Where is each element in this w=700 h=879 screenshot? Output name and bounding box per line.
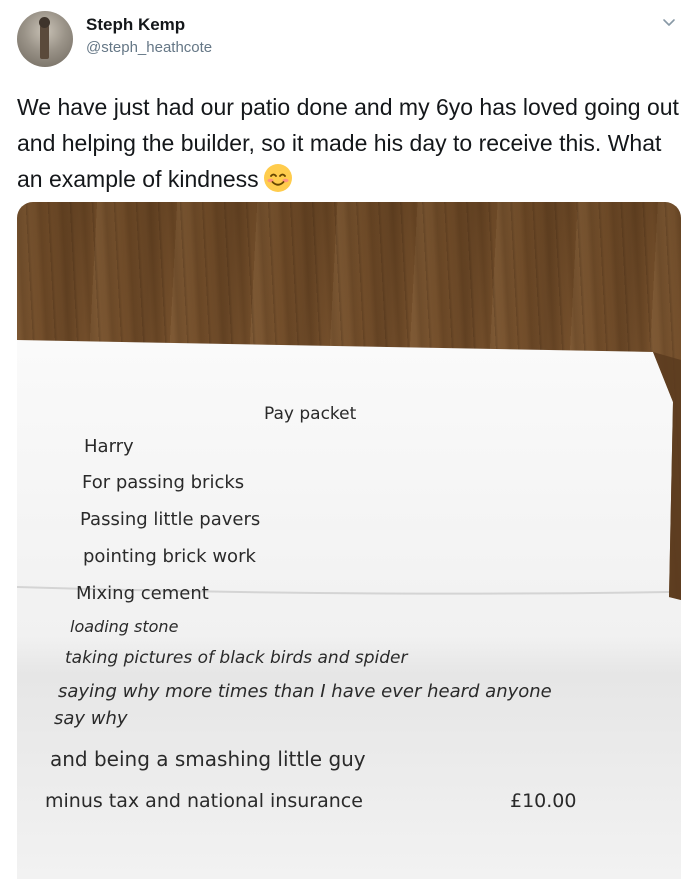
paper-sheet [17, 340, 681, 879]
pay-line: Mixing cement [76, 583, 209, 604]
pay-line: pointing brick work [83, 546, 256, 567]
pay-recipient: Harry [84, 436, 134, 457]
chevron-down-icon[interactable] [661, 14, 677, 30]
pay-line: For passing bricks [82, 472, 245, 493]
pay-line: taking pictures of black birds and spide… [65, 648, 408, 668]
pay-packet-title: Pay packet [264, 404, 357, 424]
user-handle[interactable]: @steph_heathcote [86, 39, 212, 56]
pay-amount: £10.00 [510, 790, 577, 812]
tweet-text: We have just had our patio done and my 6… [17, 89, 689, 197]
pay-line: saying why more times than I have ever h… [58, 681, 552, 702]
attached-photo[interactable]: Pay packet Harry For passing bricks Pass… [17, 202, 681, 879]
avatar-head [39, 17, 50, 28]
pay-line: and being a smashing little guy [50, 747, 366, 771]
avatar-figure [40, 23, 49, 59]
pay-line: loading stone [70, 617, 179, 636]
pay-line: Passing little pavers [80, 509, 261, 530]
smiling-face-icon [263, 164, 292, 192]
user-name[interactable]: Steph Kemp [86, 15, 185, 35]
pay-line: say why [54, 708, 128, 729]
tweet-body: We have just had our patio done and my 6… [17, 94, 679, 192]
avatar[interactable] [17, 11, 73, 67]
pay-line: minus tax and national insurance [45, 790, 363, 812]
